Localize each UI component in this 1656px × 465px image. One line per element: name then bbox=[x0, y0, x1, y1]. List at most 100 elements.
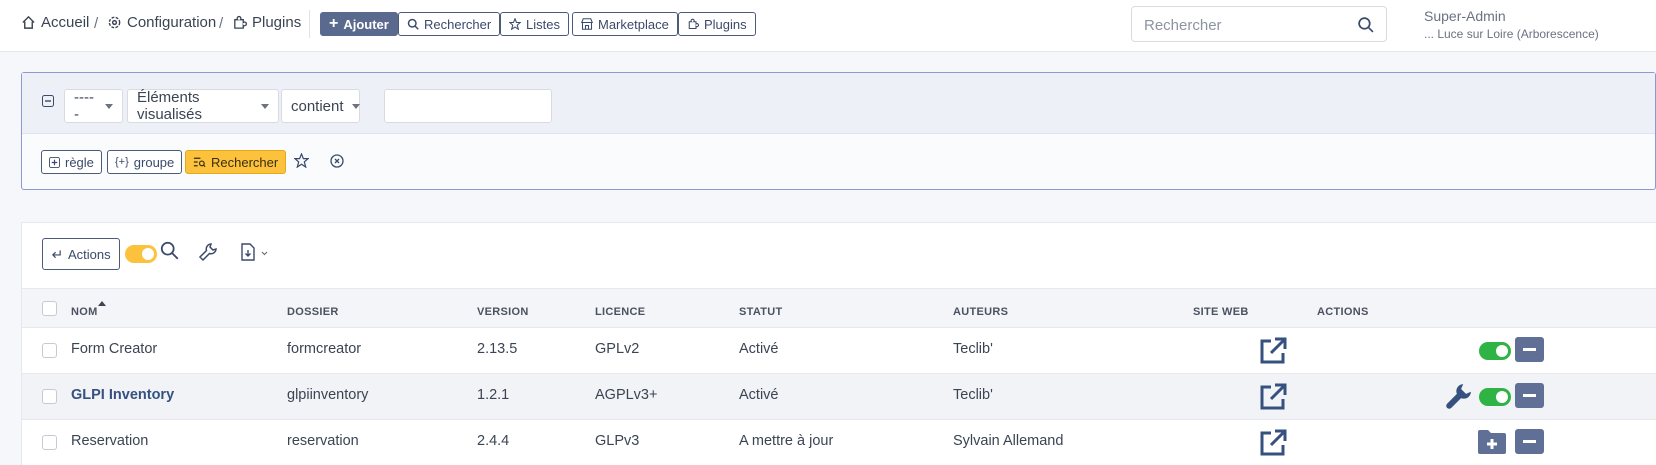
lists-button-label: Listes bbox=[526, 16, 560, 32]
criteria-value-input[interactable] bbox=[384, 89, 552, 123]
search-icon[interactable] bbox=[1357, 16, 1374, 33]
global-search-input[interactable]: Rechercher bbox=[1131, 6, 1387, 42]
user-menu[interactable]: Super-Admin ... Luce sur Loire (Arboresc… bbox=[1424, 8, 1599, 41]
operator-select[interactable]: contient bbox=[281, 89, 360, 123]
export-icon[interactable] bbox=[240, 243, 270, 261]
row-checkbox[interactable] bbox=[42, 389, 57, 404]
lists-button[interactable]: Listes bbox=[500, 12, 569, 36]
plugin-license: AGPLv3+ bbox=[595, 387, 658, 403]
plugin-license: GLPv3 bbox=[595, 433, 640, 449]
row-checkbox[interactable] bbox=[42, 435, 57, 450]
plugin-name-link[interactable]: GLPI Inventory bbox=[71, 387, 174, 403]
chevron-down-icon bbox=[261, 103, 269, 109]
plugin-folder: glpiinventory bbox=[287, 387, 369, 403]
column-header-status[interactable]: STATUT bbox=[739, 306, 783, 318]
operator-select-value: contient bbox=[291, 97, 344, 115]
column-header-name[interactable]: NOM bbox=[71, 306, 98, 318]
chevron-down-icon bbox=[105, 103, 113, 109]
massive-actions-button[interactable]: Actions bbox=[42, 238, 120, 270]
puzzle-icon bbox=[688, 18, 699, 30]
column-header-actions: ACTIONS bbox=[1317, 306, 1369, 318]
add-rule-button[interactable]: règle bbox=[41, 150, 102, 174]
select-all-checkbox[interactable] bbox=[42, 301, 57, 316]
search-button[interactable]: Rechercher bbox=[398, 12, 501, 36]
breadcrumb-plugins[interactable]: Plugins bbox=[232, 14, 301, 31]
uninstall-button[interactable] bbox=[1515, 337, 1544, 362]
add-rule-label: règle bbox=[65, 154, 94, 170]
table-row: Form Creator formcreator 2.13.5 GPLv2 Ac… bbox=[22, 328, 1656, 374]
marketplace-button-label: Marketplace bbox=[598, 16, 669, 32]
plugin-version: 1.2.1 bbox=[477, 387, 510, 403]
field-select-value: Éléments visualisés bbox=[137, 89, 203, 123]
plugin-version: 2.4.4 bbox=[477, 433, 510, 449]
search-icon[interactable] bbox=[160, 241, 179, 260]
massive-actions-label: Actions bbox=[68, 246, 111, 262]
external-link-icon[interactable] bbox=[1258, 336, 1288, 366]
column-header-folder[interactable]: DOSSIER bbox=[287, 306, 339, 318]
display-toggle[interactable] bbox=[125, 245, 157, 263]
plugin-folder: formcreator bbox=[287, 341, 362, 357]
link-select-value: ----- bbox=[74, 89, 94, 123]
criteria-search-label: Rechercher bbox=[211, 154, 279, 170]
user-entity: ... Luce sur Loire (Arborescence) bbox=[1424, 27, 1599, 41]
plugin-status: Activé bbox=[739, 341, 779, 357]
plugin-version: 2.13.5 bbox=[477, 341, 518, 357]
filter-search-icon bbox=[193, 157, 206, 168]
search-icon bbox=[407, 18, 419, 30]
breadcrumb-configuration[interactable]: Configuration bbox=[107, 14, 216, 31]
plugin-authors: Sylvain Allemand bbox=[953, 433, 1064, 449]
sort-asc-icon bbox=[98, 301, 106, 306]
field-select[interactable]: Éléments visualisés bbox=[127, 89, 279, 123]
search-button-label: Rechercher bbox=[424, 16, 492, 32]
plus-icon: + bbox=[329, 15, 339, 32]
add-button[interactable]: + Ajouter bbox=[320, 12, 398, 36]
marketplace-button[interactable]: Marketplace bbox=[572, 12, 678, 36]
folder-plus-icon[interactable] bbox=[1477, 429, 1507, 455]
collapse-icon[interactable] bbox=[42, 95, 54, 107]
table-row: Reservation reservation 2.4.4 GLPv3 A me… bbox=[22, 420, 1656, 465]
breadcrumb-home[interactable]: Accueil bbox=[21, 14, 89, 31]
external-link-icon[interactable] bbox=[1258, 428, 1288, 458]
star-icon bbox=[509, 18, 521, 30]
top-bar: Accueil / Configuration / Plugins + Ajou… bbox=[0, 0, 1656, 52]
plugin-status: A mettre à jour bbox=[739, 433, 834, 449]
uninstall-button[interactable] bbox=[1515, 383, 1544, 408]
toggle-knob bbox=[1496, 345, 1508, 357]
plugin-authors: Teclib' bbox=[953, 387, 993, 403]
add-group-button[interactable]: {+} groupe bbox=[107, 150, 183, 174]
breadcrumb-configuration-label: Configuration bbox=[127, 14, 217, 31]
criteria-row: ----- Éléments visualisés contient bbox=[22, 73, 1655, 134]
toggle-knob bbox=[142, 248, 154, 260]
breadcrumb-plugins-label: Plugins bbox=[252, 14, 302, 31]
uninstall-button[interactable] bbox=[1515, 429, 1544, 454]
global-search-placeholder: Rechercher bbox=[1144, 17, 1222, 34]
gear-icon bbox=[108, 16, 121, 29]
wrench-icon[interactable] bbox=[198, 242, 218, 262]
link-select[interactable]: ----- bbox=[64, 89, 123, 123]
results-panel: Actions NOM DOSSIER VERSION LICENCE STAT… bbox=[21, 222, 1656, 465]
column-header-version[interactable]: VERSION bbox=[477, 306, 529, 318]
plugin-name: Form Creator bbox=[71, 341, 158, 357]
puzzle-icon bbox=[234, 15, 247, 29]
wrench-icon[interactable] bbox=[1445, 382, 1473, 410]
plugin-status: Activé bbox=[739, 387, 779, 403]
breadcrumb-separator: / bbox=[219, 15, 224, 32]
plugin-name: Reservation bbox=[71, 433, 149, 449]
plugin-folder: reservation bbox=[287, 433, 359, 449]
external-link-icon[interactable] bbox=[1258, 382, 1288, 412]
reset-icon[interactable] bbox=[330, 154, 344, 168]
add-button-label: Ajouter bbox=[343, 16, 389, 32]
divider bbox=[309, 10, 310, 38]
criteria-search-button[interactable]: Rechercher bbox=[185, 150, 287, 174]
store-icon bbox=[581, 18, 593, 30]
column-header-license[interactable]: LICENCE bbox=[595, 306, 645, 318]
column-header-website[interactable]: SITE WEB bbox=[1193, 306, 1249, 318]
star-icon[interactable] bbox=[294, 153, 309, 168]
column-header-authors[interactable]: AUTEURS bbox=[953, 306, 1008, 318]
plugins-button[interactable]: Plugins bbox=[678, 12, 756, 36]
home-icon bbox=[22, 15, 35, 29]
row-checkbox[interactable] bbox=[42, 343, 57, 358]
brackets-plus-icon: {+} bbox=[115, 156, 129, 168]
plugin-enabled-toggle[interactable] bbox=[1479, 342, 1511, 360]
plugin-enabled-toggle[interactable] bbox=[1479, 388, 1511, 406]
